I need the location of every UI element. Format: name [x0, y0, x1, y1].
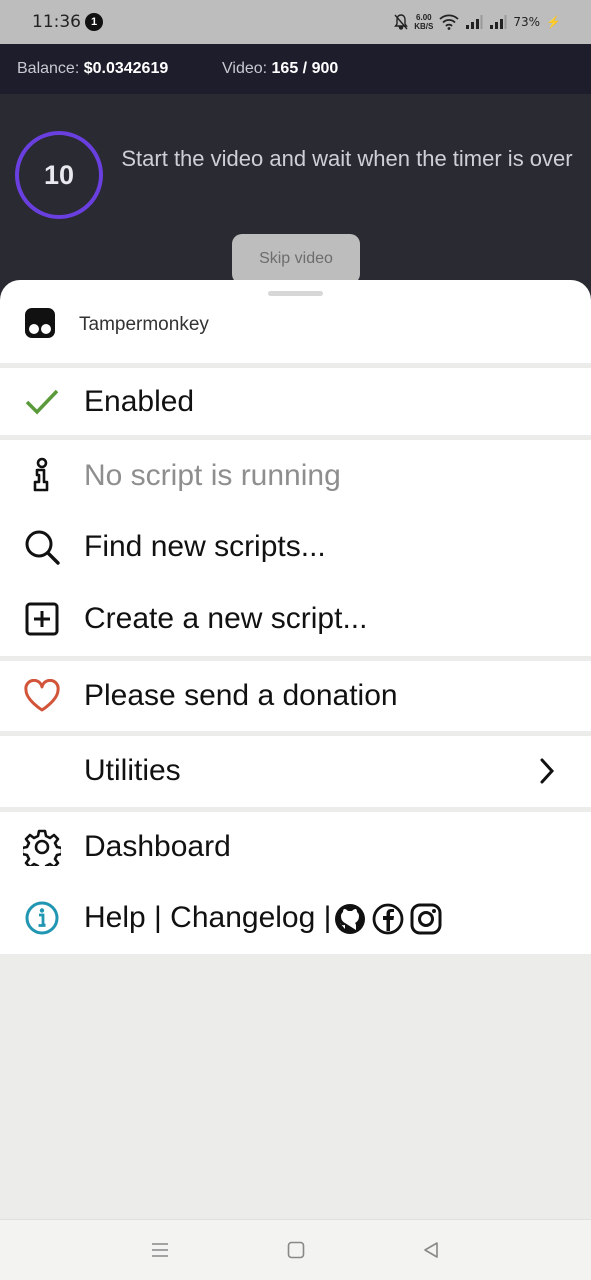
menu-label-help: Help | Changelog |: [84, 901, 443, 936]
plus-square-icon: [22, 599, 62, 639]
wifi-icon: [439, 14, 459, 30]
help-changelog-link[interactable]: Help | Changelog |: [84, 901, 331, 934]
instagram-icon[interactable]: [409, 902, 443, 936]
menu-item-find-scripts[interactable]: Find new scripts...: [0, 512, 591, 582]
divider: [0, 435, 591, 440]
balance-info: Balance: $0.0342619: [17, 60, 169, 77]
skip-video-button[interactable]: Skip video: [232, 234, 360, 284]
divider: [0, 656, 591, 661]
status-time: 11:36: [32, 12, 81, 32]
menu-item-donation[interactable]: Please send a donation: [0, 662, 591, 730]
network-speed: 6.00 KB/S: [414, 13, 434, 31]
menu-label-no-script: No script is running: [84, 459, 341, 492]
menu-label-dashboard: Dashboard: [84, 830, 231, 863]
charging-icon: ⚡: [546, 15, 561, 29]
menu-label-utilities: Utilities: [84, 754, 181, 787]
menu-item-utilities[interactable]: Utilities: [0, 737, 591, 805]
chevron-right-icon: [540, 758, 555, 784]
divider: [0, 363, 591, 368]
sheet-grabber[interactable]: [268, 291, 323, 296]
notification-badge: 1: [85, 13, 103, 31]
menu-item-enabled[interactable]: Enabled: [0, 369, 591, 435]
signal-icon: [466, 15, 483, 29]
menu-item-help[interactable]: Help | Changelog |: [0, 883, 591, 953]
web-info-bar: Balance: $0.0342619 Video: 165 / 900: [0, 44, 591, 94]
back-icon[interactable]: [421, 1240, 441, 1260]
bell-off-icon: [394, 14, 409, 30]
gear-icon: [22, 827, 62, 867]
search-icon: [22, 527, 62, 567]
facebook-icon[interactable]: [371, 902, 405, 936]
home-icon[interactable]: [286, 1240, 306, 1260]
checkmark-icon: [22, 382, 62, 422]
heart-icon: [22, 676, 62, 716]
sheet-header: Tampermonkey: [0, 300, 591, 362]
battery-level: 73%: [513, 15, 541, 29]
divider: [0, 731, 591, 736]
menu-item-create-script[interactable]: Create a new script...: [0, 584, 591, 654]
tampermonkey-logo-icon: [25, 308, 55, 338]
menu-item-no-script: No script is running: [0, 442, 591, 510]
menu-label-enabled: Enabled: [84, 385, 195, 418]
app-name: Tampermonkey: [79, 314, 209, 335]
status-bar: 11:36 1 6.00 KB/S 73% ⚡: [0, 0, 591, 44]
status-icons: 6.00 KB/S 73% ⚡: [394, 10, 561, 34]
menu-label-donation: Please send a donation: [84, 679, 398, 712]
tampermonkey-menu-sheet: Tampermonkey Enabled No script is runnin…: [0, 280, 591, 954]
timer-message: Start the video and wait when the timer …: [121, 146, 573, 171]
system-nav-bar: [0, 1219, 591, 1280]
menu-item-dashboard[interactable]: Dashboard: [0, 813, 591, 881]
info-circle-icon: [22, 898, 62, 938]
video-info: Video: 165 / 900: [222, 60, 339, 77]
menu-label-find-scripts: Find new scripts...: [84, 530, 326, 563]
countdown-timer: 10: [15, 131, 103, 219]
divider: [0, 807, 591, 812]
menu-icon[interactable]: [150, 1240, 170, 1260]
menu-label-create-script: Create a new script...: [84, 602, 368, 635]
signal-icon-2: [490, 15, 507, 29]
info-script-icon: [22, 456, 62, 496]
github-icon[interactable]: [333, 902, 367, 936]
